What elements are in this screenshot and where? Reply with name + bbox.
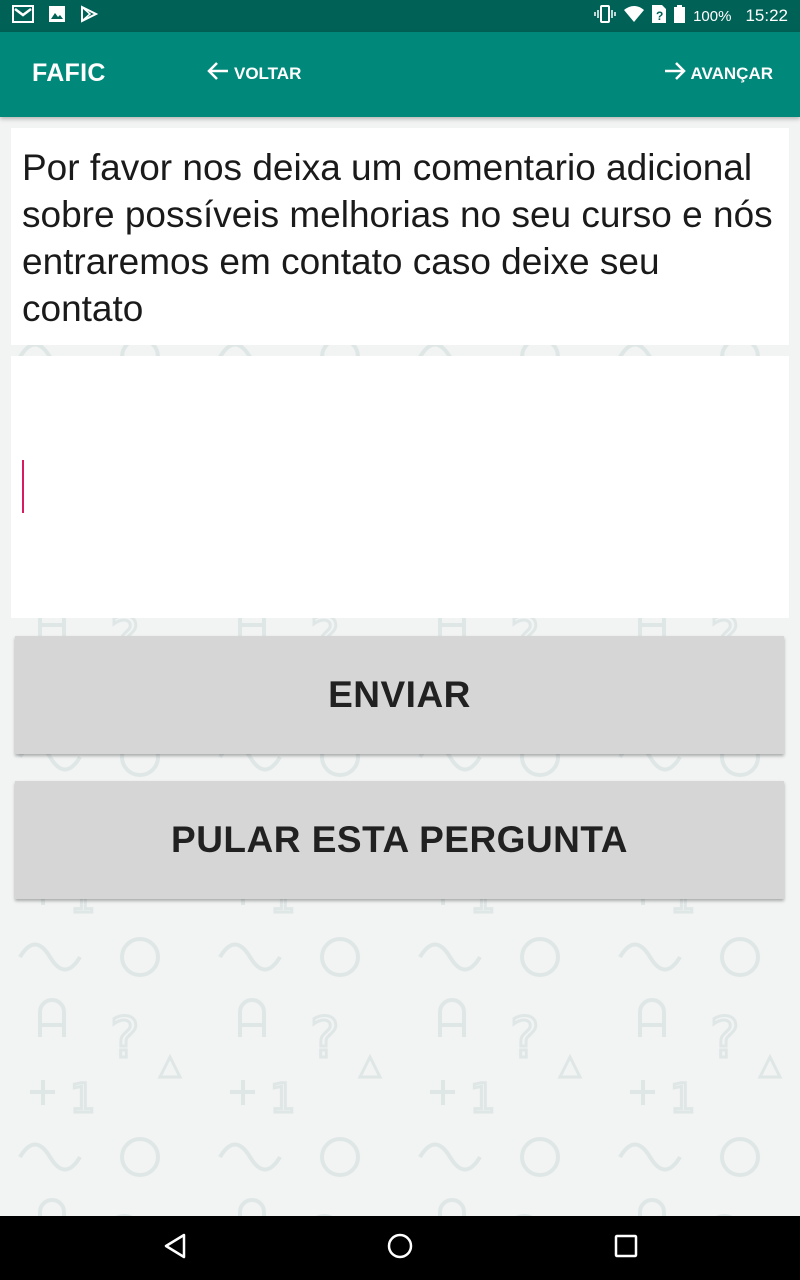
image-icon <box>48 5 66 28</box>
system-nav-bar <box>0 1216 800 1280</box>
skip-question-button[interactable]: PULAR ESTA PERGUNTA <box>15 781 784 899</box>
arrow-left-icon <box>206 60 230 87</box>
send-button[interactable]: ENVIAR <box>15 636 784 754</box>
question-card: Por favor nos deixa um comentario adicio… <box>11 128 789 345</box>
notification-icons <box>0 4 99 28</box>
app-bar: FAFIC VOLTAR AVANÇAR <box>0 32 800 117</box>
no-sim-icon: ? <box>652 5 667 27</box>
main-content: ? 1 Por favor nos deixa um comentario ad… <box>0 117 800 1216</box>
text-cursor <box>22 460 24 513</box>
recents-square-icon[interactable] <box>613 1232 639 1265</box>
question-text: Por favor nos deixa um comentario adicio… <box>22 147 773 329</box>
play-store-icon <box>80 4 99 28</box>
gmail-icon <box>12 4 34 28</box>
battery-icon <box>674 5 686 27</box>
arrow-right-icon <box>663 60 687 87</box>
wifi-icon <box>624 6 645 26</box>
clock: 15:22 <box>745 6 788 25</box>
back-button[interactable]: VOLTAR <box>206 60 301 87</box>
battery-percent: 100% <box>693 7 732 25</box>
forward-label: AVANÇAR <box>690 63 773 83</box>
svg-text:?: ? <box>656 9 663 23</box>
back-label: VOLTAR <box>234 63 302 83</box>
back-triangle-icon[interactable] <box>163 1232 187 1265</box>
status-bar: ? 100% 15:22 <box>0 0 800 32</box>
forward-button[interactable]: AVANÇAR <box>663 60 773 87</box>
vibrate-icon <box>594 5 616 27</box>
app-title: FAFIC <box>32 59 106 87</box>
comment-input[interactable] <box>11 356 789 618</box>
system-icons: ? 100% 15:22 <box>594 5 800 27</box>
home-circle-icon[interactable] <box>386 1232 414 1265</box>
